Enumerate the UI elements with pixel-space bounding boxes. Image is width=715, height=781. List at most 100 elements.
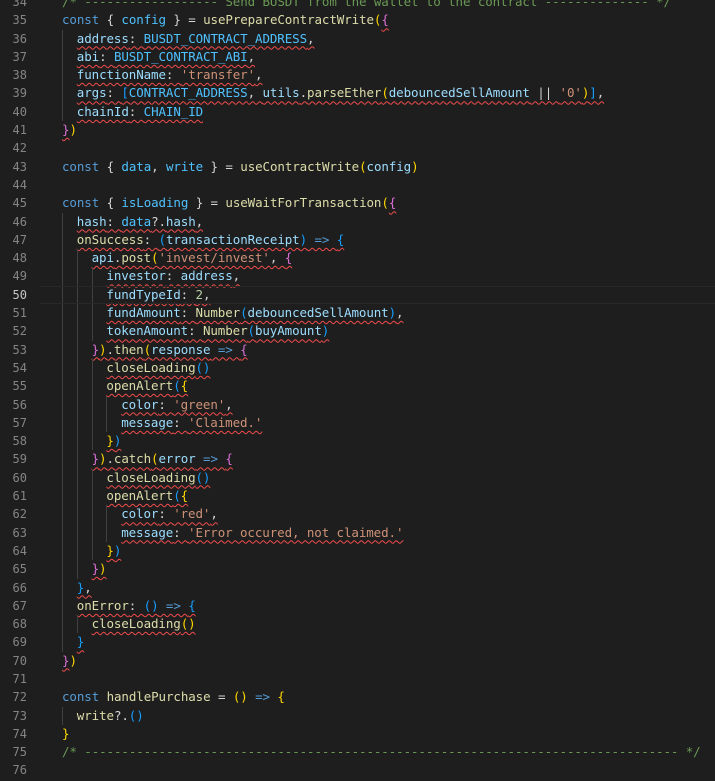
code-text: }).then(response => { (92, 341, 248, 359)
code-line[interactable]: 37 abi: BUSDT_CONTRACT_ABI, (0, 47, 715, 67)
code-token: hash (76, 213, 107, 229)
code-line[interactable]: 60 closeLoading() (0, 468, 715, 488)
code-line[interactable]: 50 fundTypeId: 2, (0, 285, 715, 305)
code-token: write (76, 707, 114, 723)
indent-guide (62, 413, 63, 433)
code-line[interactable]: 70}) (0, 652, 715, 670)
code-line[interactable]: 69} (0, 633, 715, 652)
code-token: CONTRACT_ADDRESS (128, 85, 248, 101)
code-line[interactable]: 34 /* ------------------ Send BUSDT from … (0, 0, 715, 11)
code-line[interactable]: 66}, (0, 578, 715, 597)
line-number: 75 (12, 745, 27, 760)
code-text: }) (62, 121, 77, 139)
code-line[interactable]: 44 (0, 176, 715, 194)
indent-guide (76, 615, 78, 634)
line-number: 72 (12, 690, 27, 705)
indent-guide (62, 468, 63, 488)
code-token: handlePurchase (106, 689, 211, 705)
code-line[interactable]: 75 /* -----------------------------------… (0, 743, 715, 761)
code-token: 'transfer' (180, 67, 256, 83)
code-line[interactable]: 64}) (0, 541, 715, 561)
code-token: const (62, 195, 100, 211)
code-line[interactable]: 55 openAlert({ (0, 377, 715, 396)
code-token: = (210, 689, 233, 705)
indent-guide (62, 377, 63, 396)
indent-guide (76, 358, 78, 378)
code-line[interactable]: 35 const { config } = usePrepareContractW… (0, 11, 715, 29)
code-line[interactable]: 58}) (0, 432, 715, 451)
indent-guide (91, 358, 93, 378)
code-token: ] (589, 85, 597, 101)
code-line[interactable]: 59}).catch(error => { (0, 450, 715, 469)
code-token: post (121, 250, 152, 266)
code-line[interactable]: 56 color: 'green', (0, 395, 715, 414)
code-token: ) (69, 652, 77, 668)
code-token: ( (381, 85, 389, 101)
indent-guide (62, 304, 63, 323)
indent-guide (76, 432, 78, 451)
line-number: 48 (12, 251, 27, 266)
code-line[interactable]: 61 openAlert({ (0, 487, 715, 506)
code-line[interactable]: 40 chainId: CHAIN_ID (0, 102, 715, 122)
code-line[interactable]: 72 const handlePurchase = () => { (0, 688, 715, 706)
code-line[interactable]: 45 const { isLoading } = useWaitForTransa… (0, 194, 715, 212)
code-line[interactable]: 63 message: 'Error occured, not claimed.' (0, 523, 715, 542)
code-editor[interactable]: 34 /* ------------------ Send BUSDT from … (0, 0, 715, 780)
code-token: data (121, 158, 152, 174)
indent-guide (62, 212, 63, 231)
code-token: ( (173, 378, 181, 394)
code-token: } = (203, 158, 241, 174)
code-token: ) (388, 305, 397, 321)
code-line[interactable]: 52 tokenAmount: Number(buyAmount) (0, 322, 715, 341)
indent-guide (76, 450, 78, 469)
code-text: closeLoading() (92, 615, 196, 633)
code-line[interactable]: 74} (0, 725, 715, 743)
indent-guide (62, 358, 63, 378)
code-text: } (77, 633, 85, 651)
indent-guide (76, 468, 78, 488)
code-line[interactable]: 67 onError: () => { (0, 596, 715, 616)
code-line[interactable]: 65}) (0, 560, 715, 579)
line-number: 61 (12, 489, 27, 504)
code-text: chainId: CHAIN_ID (77, 103, 203, 121)
code-line[interactable]: 62 color: 'red', (0, 505, 715, 524)
code-line[interactable]: 43 const { data, write } = useContractWri… (0, 158, 715, 176)
code-line[interactable]: 71 (0, 670, 715, 688)
indent-guide (62, 102, 63, 122)
code-token: , (202, 286, 211, 302)
code-line[interactable]: 76 (0, 761, 715, 779)
code-token: 'Claimed.' (188, 414, 263, 430)
code-token: closeLoading (91, 616, 181, 632)
code-line[interactable]: 36 address: BUSDT_CONTRACT_ADDRESS, (0, 29, 715, 48)
line-number: 46 (12, 214, 27, 229)
code-line[interactable]: 53}).then(response => { (0, 340, 715, 359)
line-number: 51 (12, 306, 27, 321)
code-token: Number (195, 305, 241, 321)
code-token: : (106, 85, 122, 101)
code-line[interactable]: 68 closeLoading() (0, 615, 715, 634)
indent-guide (91, 322, 93, 341)
code-line[interactable]: 39 args: [CONTRACT_ADDRESS, utils.parseEt… (0, 84, 715, 103)
code-line[interactable]: 46 hash: data?.hash, (0, 212, 715, 231)
code-line[interactable]: 57 message: 'Claimed.' (0, 413, 715, 433)
code-token: 2 (195, 286, 204, 302)
indent-guide (62, 505, 63, 524)
code-line[interactable]: 38 functionName: 'transfer', (0, 66, 715, 85)
code-line[interactable]: 73 write?.() (0, 706, 715, 725)
code-token: ( (240, 305, 248, 321)
code-line[interactable]: 48 api.post('invest/invest', { (0, 249, 715, 268)
indent-guide (62, 432, 63, 451)
code-line[interactable]: 41}) (0, 121, 715, 139)
line-number: 64 (12, 543, 27, 558)
line-number: 35 (12, 13, 27, 28)
code-line[interactable]: 47 onSuccess: (transactionReceipt) => { (0, 230, 715, 250)
code-token: const (62, 689, 100, 705)
code-token: () (143, 597, 159, 613)
code-line[interactable]: 54 closeLoading() (0, 358, 715, 378)
code-token: config (121, 12, 166, 28)
code-line[interactable]: 51 fundAmount: Number(debouncedSellAmount… (0, 304, 715, 323)
code-line[interactable]: 49 investor: address, (0, 267, 715, 286)
code-line[interactable]: 42 (0, 139, 715, 157)
code-text: }, (77, 579, 92, 597)
code-token: api (91, 250, 114, 266)
